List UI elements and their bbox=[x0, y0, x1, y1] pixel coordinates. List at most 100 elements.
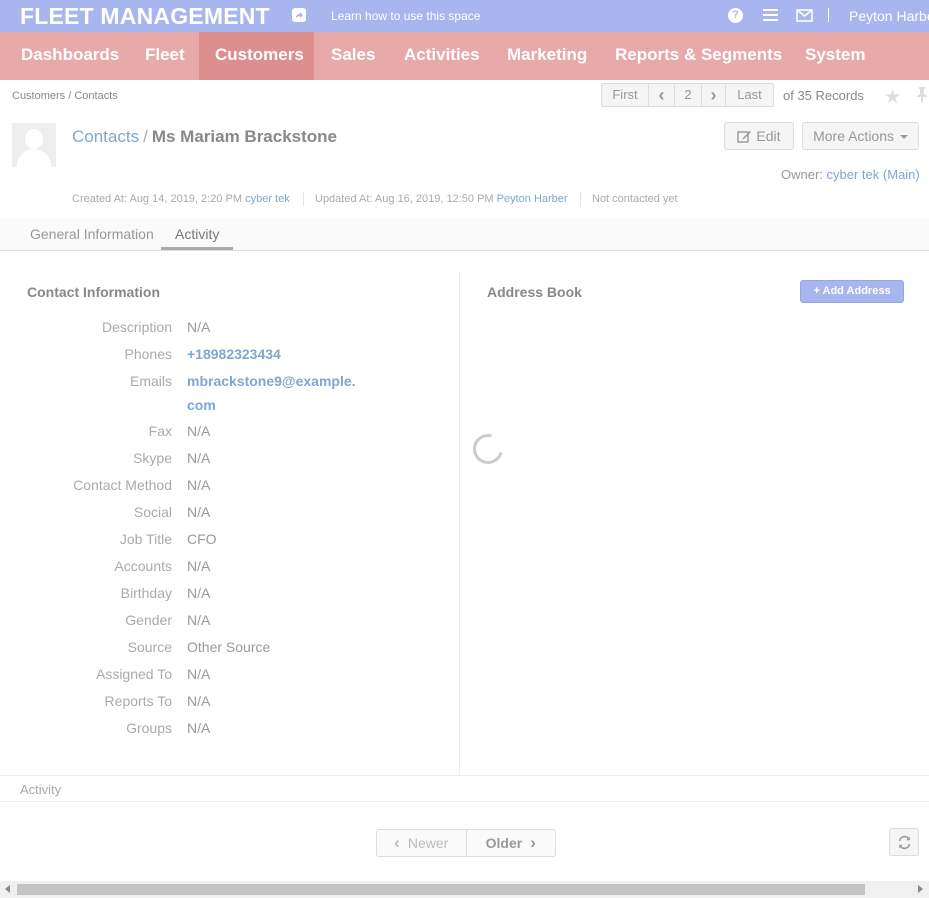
help-icon[interactable]: ? bbox=[728, 8, 743, 23]
nav-item-reports-segments[interactable]: Reports & Segments bbox=[599, 32, 798, 80]
nav-item-marketing[interactable]: Marketing bbox=[491, 32, 603, 80]
newer-button[interactable]: ‹ Newer bbox=[377, 830, 467, 856]
contact-name: Ms Mariam Brackstone bbox=[151, 127, 338, 146]
tab-bar: General Information Activity bbox=[0, 219, 929, 251]
mail-icon[interactable] bbox=[796, 9, 813, 27]
pin-icon[interactable] bbox=[916, 86, 928, 108]
avatar bbox=[12, 123, 56, 167]
nav-item-system[interactable]: System bbox=[789, 32, 881, 80]
activity-pager: ‹ Newer Older › bbox=[376, 829, 556, 857]
field-label-gender: Gender bbox=[125, 612, 172, 628]
field-value-social: N/A bbox=[187, 504, 211, 520]
field-label-skype: Skype bbox=[133, 450, 172, 466]
field-value-gender: N/A bbox=[187, 612, 211, 628]
tab-general-information[interactable]: General Information bbox=[16, 219, 168, 250]
field-label-fax: Fax bbox=[148, 423, 172, 439]
app-logo[interactable]: FLEET MANAGEMENT bbox=[20, 3, 270, 30]
activity-section: Activity bbox=[0, 775, 929, 802]
owner-label: Owner: bbox=[781, 167, 823, 182]
menu-icon[interactable] bbox=[763, 9, 778, 22]
share-icon[interactable] bbox=[292, 8, 306, 22]
field-label-job-title: Job Title bbox=[119, 531, 172, 547]
pager-last-button[interactable]: Last bbox=[726, 84, 773, 106]
field-label-accounts: Accounts bbox=[114, 558, 172, 574]
scroll-left-arrow-icon[interactable] bbox=[5, 885, 10, 893]
pager-current-page: 2 bbox=[675, 84, 702, 106]
page-title: Contacts / Ms Mariam Brackstone bbox=[72, 127, 337, 147]
field-value-contact-method: N/A bbox=[187, 477, 211, 493]
created-at-label: Created At: Aug 14, 2019, 2:20 PM bbox=[72, 193, 243, 205]
phone-link[interactable]: +18982323434 bbox=[187, 346, 281, 362]
chevron-left-icon: ‹ bbox=[394, 833, 400, 852]
loading-spinner-icon bbox=[467, 428, 509, 470]
older-label: Older bbox=[485, 835, 523, 851]
pager-first-button[interactable]: First bbox=[602, 84, 649, 106]
field-value-skype: N/A bbox=[187, 450, 211, 466]
column-divider bbox=[459, 272, 460, 775]
edit-button-label: Edit bbox=[756, 128, 781, 144]
field-value-accounts: N/A bbox=[187, 558, 211, 574]
records-count: of 35 Records bbox=[783, 88, 864, 103]
field-value-reports-to: N/A bbox=[187, 693, 211, 709]
field-label-phones: Phones bbox=[124, 346, 172, 362]
activity-section-label: Activity bbox=[20, 782, 62, 797]
email-link[interactable]: mbrackstone9@example. bbox=[187, 373, 356, 389]
edit-button[interactable]: Edit bbox=[724, 122, 794, 150]
meta-divider bbox=[303, 192, 304, 206]
field-label-description: Description bbox=[101, 319, 172, 335]
title-crumb-contacts[interactable]: Contacts bbox=[72, 127, 139, 146]
star-icon[interactable]: ★ bbox=[884, 86, 901, 109]
learn-link[interactable]: Learn how to use this space bbox=[331, 9, 480, 23]
caret-down-icon bbox=[899, 135, 908, 139]
field-value-fax: N/A bbox=[187, 423, 211, 439]
user-menu[interactable]: Peyton Harber bbox=[849, 8, 929, 24]
owner-line: Owner: cyber tek (Main) bbox=[781, 167, 920, 182]
older-button[interactable]: Older › bbox=[467, 830, 556, 856]
updated-at: Updated At: Aug 16, 2019, 12:50 PM Peyto… bbox=[315, 193, 568, 205]
created-by-link[interactable]: cyber tek bbox=[245, 193, 290, 205]
more-actions-label: More Actions bbox=[813, 128, 895, 144]
field-value-groups: N/A bbox=[187, 720, 211, 736]
field-label-social: Social bbox=[133, 504, 172, 520]
more-actions-button[interactable]: More Actions bbox=[802, 122, 919, 150]
top-bar: FLEET MANAGEMENT Learn how to use this s… bbox=[0, 0, 929, 32]
address-book-title: Address Book bbox=[487, 284, 582, 300]
field-label-reports-to: Reports To bbox=[104, 693, 172, 709]
nav-item-customers[interactable]: Customers bbox=[199, 32, 314, 80]
updated-by-link[interactable]: Peyton Harber bbox=[497, 193, 568, 205]
newer-label: Newer bbox=[407, 835, 449, 851]
breadcrumb[interactable]: Customers / Contacts bbox=[12, 90, 118, 102]
field-label-contact-method: Contact Method bbox=[73, 477, 172, 493]
contacted-status: Not contacted yet bbox=[592, 193, 678, 205]
field-value-assigned-to: N/A bbox=[187, 666, 211, 682]
scroll-right-arrow-icon[interactable] bbox=[918, 885, 923, 893]
tab-activity[interactable]: Activity bbox=[161, 219, 234, 250]
nav-item-fleet[interactable]: Fleet bbox=[129, 32, 201, 80]
add-address-button[interactable]: + Add Address bbox=[800, 280, 904, 303]
nav-item-sales[interactable]: Sales bbox=[315, 32, 391, 80]
title-separator: / bbox=[143, 127, 148, 146]
nav-item-dashboards[interactable]: Dashboards bbox=[5, 32, 135, 80]
pager-next-button[interactable]: › bbox=[702, 84, 726, 106]
horizontal-scrollbar[interactable] bbox=[0, 881, 929, 898]
top-bar-divider bbox=[828, 8, 829, 22]
refresh-icon bbox=[898, 835, 911, 850]
nav-item-activities[interactable]: Activities bbox=[388, 32, 496, 80]
record-pager: First ‹ 2 › Last bbox=[601, 83, 774, 107]
owner-business-unit[interactable]: (Main) bbox=[883, 167, 920, 182]
field-value-birthday: N/A bbox=[187, 585, 211, 601]
scrollbar-thumb[interactable] bbox=[17, 884, 865, 895]
field-value-source: Other Source bbox=[187, 639, 271, 655]
edit-icon bbox=[737, 131, 752, 143]
chevron-right-icon: › bbox=[530, 833, 536, 852]
field-label-source: Source bbox=[127, 639, 172, 655]
email-link-continued[interactable]: com bbox=[187, 397, 216, 413]
field-label-birthday: Birthday bbox=[120, 585, 172, 601]
field-label-assigned-to: Assigned To bbox=[95, 666, 172, 682]
field-label-groups: Groups bbox=[126, 720, 172, 736]
refresh-button[interactable] bbox=[889, 828, 919, 856]
updated-at-label: Updated At: Aug 16, 2019, 12:50 PM bbox=[315, 193, 494, 205]
field-value-job-title: CFO bbox=[187, 531, 217, 547]
owner-link[interactable]: cyber tek bbox=[827, 167, 880, 182]
pager-prev-button[interactable]: ‹ bbox=[649, 84, 675, 106]
